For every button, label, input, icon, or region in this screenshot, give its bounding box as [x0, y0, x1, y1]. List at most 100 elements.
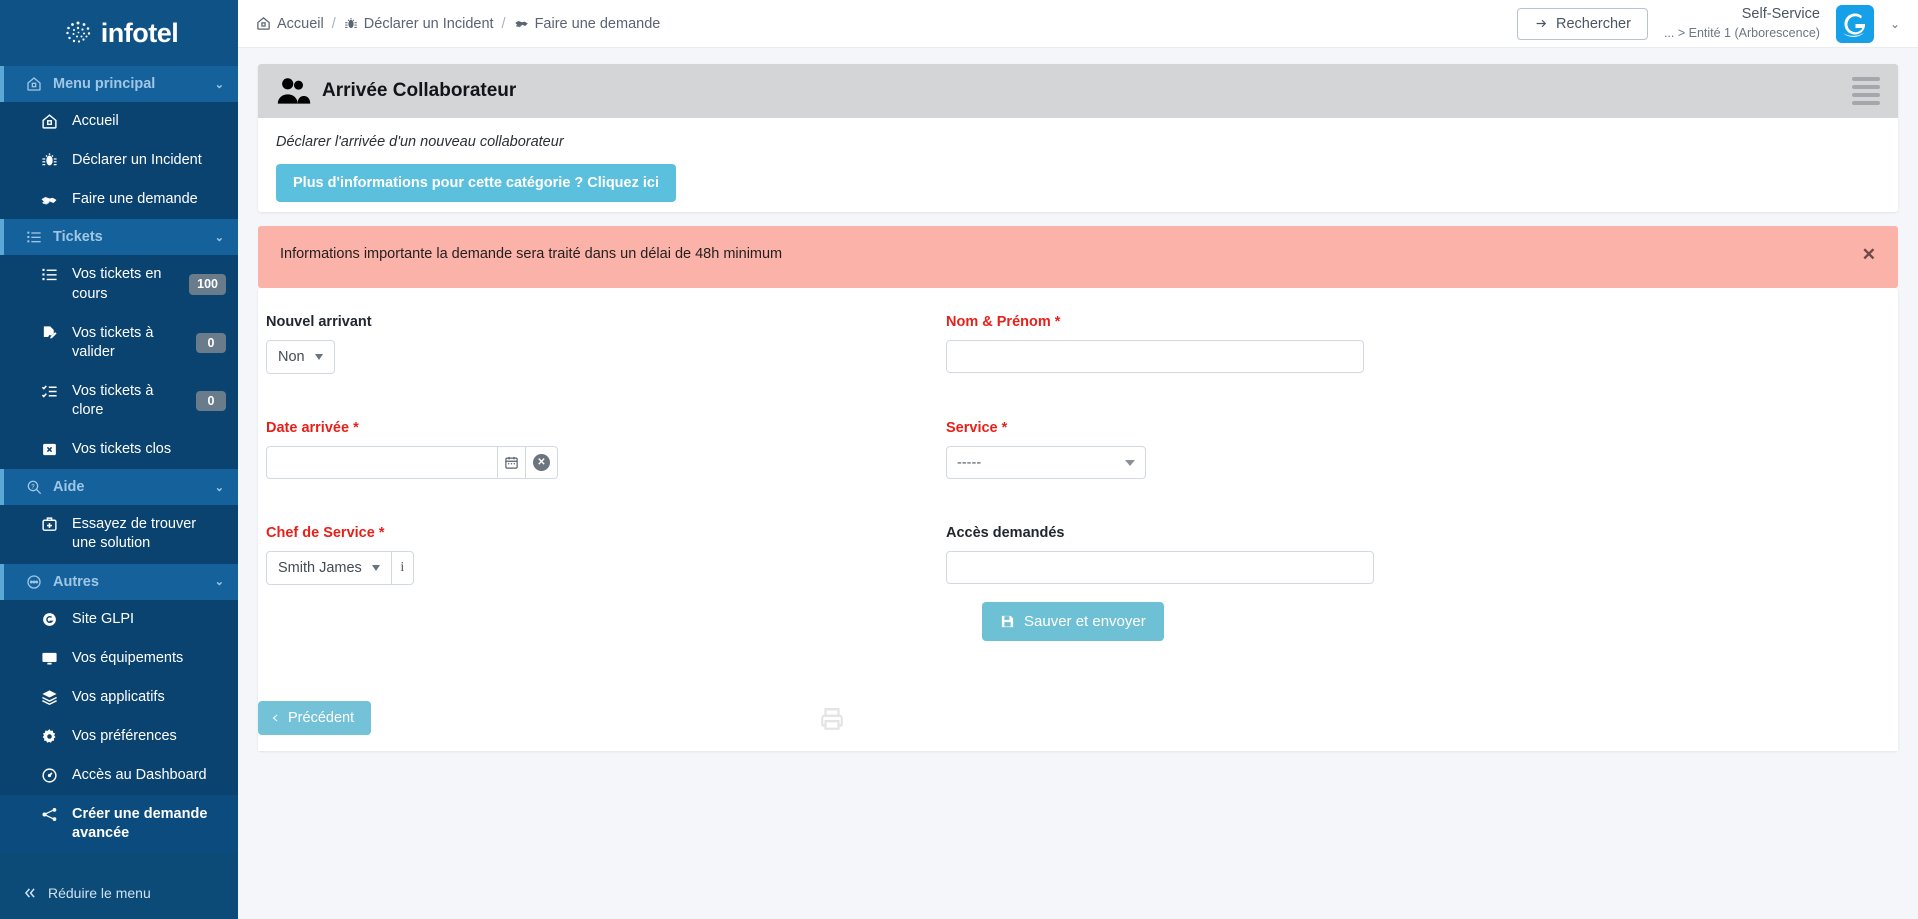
- previous-button[interactable]: Précédent: [258, 701, 372, 735]
- field-label: Nom & Prénom *: [946, 314, 1898, 330]
- sidebar-item-site-glpi[interactable]: Site GLPI: [0, 600, 238, 639]
- sidebar-item-label: Faire une demande: [72, 191, 198, 208]
- sidebar-group-aide: Essayez de trouver une solution: [0, 505, 238, 564]
- sidebar-spacer: [0, 853, 238, 871]
- calendar-icon[interactable]: [498, 446, 526, 479]
- infotel-spiral-logo: [60, 15, 96, 51]
- chevron-down-icon: [314, 354, 323, 360]
- profile-name: Self-Service: [1741, 6, 1820, 23]
- sidebar-item-vos-tickets-en-cours[interactable]: Vos tickets en cours 100: [0, 255, 238, 313]
- breadcrumb-label: Déclarer un Incident: [363, 15, 494, 32]
- sidebar-item-label: Accès au Dashboard: [72, 767, 207, 783]
- chef-de-service-group: Smith James i: [266, 551, 946, 585]
- chef-de-service-dropdown[interactable]: Smith James: [266, 551, 392, 585]
- avatar[interactable]: [1835, 4, 1874, 43]
- collapse-menu-button[interactable]: Réduire le menu: [0, 871, 238, 919]
- sidebar-item-vos-tickets-a-clore[interactable]: Vos tickets à clore 0: [0, 372, 238, 430]
- date-arrivee-input[interactable]: [266, 446, 498, 479]
- service-value: -----: [957, 454, 982, 471]
- sidebar-section-menu-principal[interactable]: Menu principal ⌄: [0, 66, 238, 102]
- sidebar-item-vos-tickets-clos[interactable]: Vos tickets clos: [0, 430, 238, 469]
- page-title-text: Arrivée Collaborateur: [322, 80, 517, 101]
- field-label: Chef de Service *: [266, 525, 946, 541]
- important-alert: Informations importante la demande sera …: [258, 226, 1898, 288]
- info-icon[interactable]: i: [391, 551, 414, 585]
- alert-text: Informations importante la demande sera …: [280, 246, 783, 262]
- sidebar-item-faire-une-demande[interactable]: Faire une demande: [0, 180, 238, 219]
- field-label-text: Accès demandés: [946, 525, 1065, 541]
- required-marker: *: [353, 420, 359, 436]
- page-title: Arrivée Collaborateur: [276, 76, 516, 106]
- file-edit-icon: [40, 325, 58, 342]
- required-marker: *: [378, 525, 385, 541]
- field-label-text: Nom & Prénom: [946, 314, 1051, 330]
- required-marker: *: [1001, 420, 1008, 436]
- search-button[interactable]: Rechercher: [1517, 7, 1648, 40]
- form-card: Arrivée Collaborateur Déclarer l'arrivée…: [258, 64, 1898, 212]
- sidebar: infotel Menu principal ⌄ Accueil Déclare…: [0, 0, 238, 919]
- service-dropdown[interactable]: -----: [946, 446, 1146, 479]
- save-icon: [1000, 614, 1015, 629]
- sidebar-item-vos-preferences[interactable]: Vos préférences: [0, 717, 238, 756]
- nouvel-arrivant-dropdown[interactable]: Non: [266, 340, 335, 374]
- breadcrumb-item-declarer-un-incident[interactable]: Déclarer un Incident: [344, 16, 494, 32]
- sidebar-item-label: Accueil: [72, 113, 119, 129]
- profile-info[interactable]: Self-Service ... > Entité 1 (Arborescenc…: [1664, 5, 1820, 41]
- profile-entity: ... > Entité 1 (Arborescence): [1663, 25, 1820, 40]
- chevron-left-icon: [271, 711, 280, 725]
- save-and-send-button[interactable]: Sauver et envoyer: [982, 602, 1164, 641]
- sidebar-section-tickets[interactable]: Tickets ⌄: [0, 219, 238, 256]
- bottom-padding: [258, 751, 1898, 791]
- submit-wrapper: Sauver et envoyer: [946, 584, 1898, 641]
- sidebar-item-label: Essayez de trouver une solution: [72, 516, 197, 552]
- required-marker: *: [1054, 314, 1061, 330]
- breadcrumb-item-accueil[interactable]: Accueil: [256, 16, 324, 32]
- app-root: infotel Menu principal ⌄ Accueil Déclare…: [0, 0, 1918, 919]
- sidebar-item-label: Site GLPI: [72, 610, 135, 627]
- breadcrumb-item-faire-une-demande[interactable]: Faire une demande: [514, 16, 660, 32]
- printer-icon[interactable]: [818, 706, 846, 732]
- box-x-icon: [40, 441, 58, 458]
- first-aid-kit-icon: [40, 516, 58, 533]
- brand-name: infotel: [100, 17, 179, 48]
- sidebar-item-label: Vos tickets à clore: [72, 382, 154, 418]
- close-icon[interactable]: ✕: [1846, 246, 1876, 263]
- field-date-arrivee: Date arrivée * ✕: [266, 420, 946, 525]
- sidebar-item-accueil[interactable]: Accueil: [0, 102, 238, 141]
- brand[interactable]: infotel: [0, 0, 238, 66]
- hamburger-icon[interactable]: [1852, 77, 1880, 105]
- clear-circle-icon[interactable]: ✕: [526, 446, 558, 479]
- sidebar-item-vos-equipements[interactable]: Vos équipements: [0, 639, 238, 678]
- sidebar-item-label: Vos préférences: [72, 727, 177, 744]
- more-info-button[interactable]: Plus d'informations pour cette catégorie…: [276, 164, 677, 202]
- chevron-down-icon: ⌄: [214, 576, 224, 588]
- field-label-text: Nouvel arrivant: [266, 314, 372, 330]
- field-nouvel-arrivant: Nouvel arrivant Non: [266, 314, 946, 420]
- sidebar-item-acces-au-dashboard[interactable]: Accès au Dashboard: [0, 756, 238, 795]
- ticket-count-badge: 0: [196, 332, 226, 353]
- acces-demandes-input[interactable]: [946, 551, 1374, 584]
- sidebar-item-creer-une-demande-avancee[interactable]: Créer une demande avancée: [0, 795, 238, 854]
- bug-icon: [344, 17, 358, 31]
- home-icon: [256, 16, 271, 31]
- sidebar-section-autres[interactable]: Autres ⌄: [0, 563, 238, 600]
- page-subtitle: Déclarer l'arrivée d'un nouveau collabor…: [276, 134, 564, 150]
- sidebar-section-label: Tickets: [53, 229, 103, 246]
- home-icon: [26, 76, 42, 92]
- sidebar-item-label: Vos équipements: [72, 649, 184, 666]
- sidebar-item-essayez-de-trouver-une-solution[interactable]: Essayez de trouver une solution: [0, 505, 238, 563]
- sidebar-item-declarer-un-incident[interactable]: Déclarer un Incident: [0, 141, 238, 180]
- sidebar-section-aide[interactable]: ? Aide ⌄: [0, 469, 238, 506]
- sidebar-item-label: Vos applicatifs: [72, 688, 165, 705]
- field-label: Service *: [946, 420, 1898, 436]
- nom-prenom-input[interactable]: [946, 340, 1364, 373]
- save-and-send-label: Sauver et envoyer: [1024, 613, 1146, 630]
- double-chevron-left-icon: [22, 886, 38, 900]
- form-section: Nouvel arrivant Non Nom & Prénom * Date …: [258, 288, 1898, 751]
- topbar-right: Rechercher Self-Service ... > Entité 1 (…: [1517, 4, 1900, 43]
- breadcrumb-separator: /: [331, 15, 336, 32]
- chevron-down-icon[interactable]: ⌄: [1890, 17, 1900, 31]
- glpi-circle-icon: [40, 611, 58, 628]
- sidebar-item-vos-tickets-a-valider[interactable]: Vos tickets à valider 0: [0, 314, 238, 372]
- sidebar-item-vos-applicatifs[interactable]: Vos applicatifs: [0, 678, 238, 717]
